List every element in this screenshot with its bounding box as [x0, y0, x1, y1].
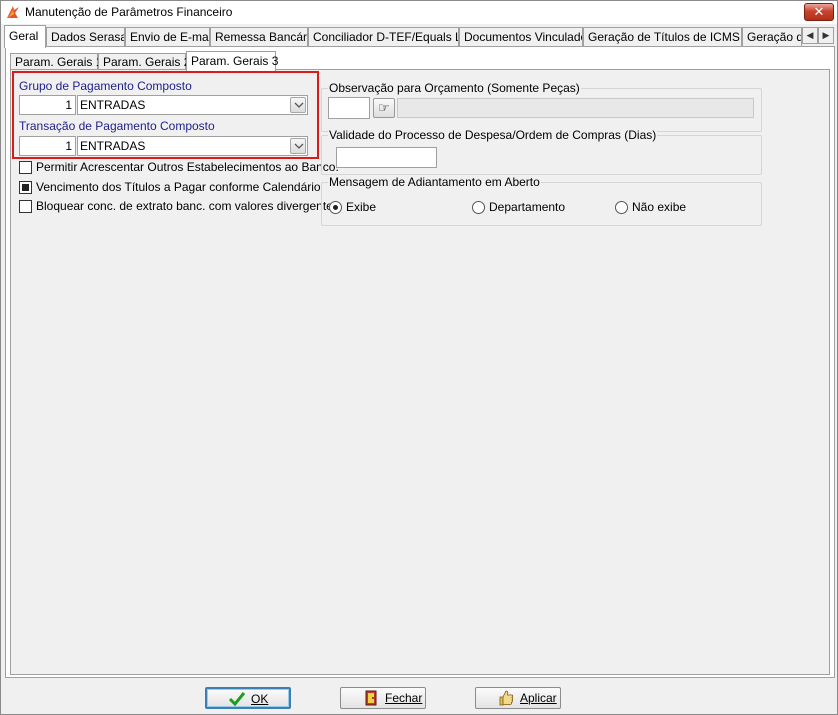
checkbox-label: Bloquear conc. de extrato banc. com valo…: [36, 199, 339, 213]
radio-label: Não exibe: [632, 200, 687, 214]
radio-departamento[interactable]: Departamento: [472, 200, 582, 216]
ok-button-label: OK: [251, 692, 269, 706]
checkbox-vencimento-calendario[interactable]: Vencimento dos Títulos a Pagar conforme …: [19, 180, 321, 196]
grupo-pagamento-label: Grupo de Pagamento Composto: [19, 79, 192, 93]
transacao-pagamento-select[interactable]: ENTRADAS: [77, 136, 308, 156]
validade-groupbox: Validade do Processo de Despesa/Ordem de…: [321, 128, 762, 175]
tab-conciliador[interactable]: Conciliador D-TEF/Equals Lite: [308, 27, 459, 47]
pointing-hand-icon: ☞: [378, 100, 390, 115]
checkbox-box[interactable]: [19, 181, 32, 194]
chevron-down-icon: [294, 143, 304, 149]
checkbox-label: Permitir Acrescentar Outros Estabelecime…: [36, 160, 339, 174]
grupo-pagamento-code-input[interactable]: 1: [19, 95, 76, 115]
door-exit-icon: [365, 690, 377, 706]
checkbox-box[interactable]: [19, 161, 32, 174]
observacao-description-field: [397, 98, 754, 118]
grupo-pagamento-select[interactable]: ENTRADAS: [77, 95, 308, 115]
mensagem-adiantamento-groupbox: Mensagem de Adiantamento em Aberto Exibe…: [321, 175, 762, 226]
checkmark-icon: [229, 692, 245, 707]
observacao-lookup-button[interactable]: ☞: [373, 98, 395, 118]
checkbox-box[interactable]: [19, 200, 32, 213]
window-title: Manutenção de Parâmetros Financeiro: [25, 5, 233, 19]
mensagem-adiantamento-label: Mensagem de Adiantamento em Aberto: [328, 175, 541, 189]
param-gerais-3-panel: Grupo de Pagamento Composto 1 ENTRADAS T…: [10, 69, 830, 675]
radio-exibe[interactable]: Exibe: [329, 200, 409, 216]
fechar-button[interactable]: Fechar: [340, 687, 426, 709]
checkbox-bloquear-conc-extrato[interactable]: Bloquear conc. de extrato banc. com valo…: [19, 199, 339, 215]
tab-geracao-titulos-icms[interactable]: Geração de Títulos de ICMS ST: [583, 27, 742, 47]
main-window: Manutenção de Parâmetros Financeiro ✕ Ge…: [0, 0, 838, 715]
observacao-code-input[interactable]: [328, 97, 370, 119]
bottom-button-bar: OK Fechar Aplicar: [1, 681, 837, 715]
aplicar-button[interactable]: Aplicar: [475, 687, 561, 709]
checkbox-permitir-estabelecimentos[interactable]: Permitir Acrescentar Outros Estabelecime…: [19, 160, 339, 176]
grupo-pagamento-value: ENTRADAS: [80, 98, 146, 112]
tab-scroll-left-icon[interactable]: ◀: [802, 27, 818, 44]
grupo-pagamento-dropdown-button[interactable]: [290, 97, 306, 113]
main-tab-strip: Geral Dados Serasa Envio de E-mail Remes…: [1, 25, 837, 48]
chevron-down-icon: [294, 102, 304, 108]
checkbox-label: Vencimento dos Títulos a Pagar conforme …: [36, 180, 321, 194]
fechar-button-label: Fechar: [385, 691, 423, 705]
tab-geracao-de[interactable]: Geração de: [742, 27, 802, 47]
radio-button[interactable]: [615, 201, 628, 214]
tab-scroll-right-icon[interactable]: ▶: [818, 27, 834, 44]
tab-remessa-bancaria[interactable]: Remessa Bancária: [210, 27, 308, 47]
aplicar-button-label: Aplicar: [520, 691, 557, 705]
tab-envio-email[interactable]: Envio de E-mail: [125, 27, 210, 47]
subtab-param-gerais-3[interactable]: Param. Gerais 3: [186, 51, 278, 72]
tab-geral[interactable]: Geral: [4, 25, 46, 48]
thumbs-up-icon: [499, 690, 514, 706]
transacao-pagamento-code-input[interactable]: 1: [19, 136, 76, 156]
radio-label: Departamento: [489, 200, 566, 214]
radio-label: Exibe: [346, 200, 377, 214]
tab-documentos-vinculados[interactable]: Documentos Vinculados: [459, 27, 583, 47]
transacao-pagamento-dropdown-button[interactable]: [290, 138, 306, 154]
transacao-pagamento-value: ENTRADAS: [80, 139, 146, 153]
radio-button[interactable]: [472, 201, 485, 214]
radio-button[interactable]: [329, 201, 342, 214]
transacao-pagamento-label: Transação de Pagamento Composto: [19, 119, 215, 133]
title-bar: Manutenção de Parâmetros Financeiro ✕: [1, 1, 837, 24]
validade-label: Validade do Processo de Despesa/Ordem de…: [328, 128, 658, 142]
ok-button[interactable]: OK: [205, 687, 291, 709]
tab-panel-geral: Param. Gerais 1 Param. Gerais 2 Param. G…: [5, 46, 835, 678]
validade-input[interactable]: [336, 147, 437, 168]
observacao-groupbox: Observação para Orçamento (Somente Peças…: [321, 81, 762, 132]
app-logo-icon: [7, 6, 19, 18]
sub-tab-strip: Param. Gerais 1 Param. Gerais 2 Param. G…: [10, 49, 430, 72]
close-button[interactable]: ✕: [804, 3, 834, 21]
radio-nao-exibe[interactable]: Não exibe: [615, 200, 705, 216]
observacao-label: Observação para Orçamento (Somente Peças…: [328, 81, 581, 95]
tab-dados-serasa[interactable]: Dados Serasa: [46, 27, 125, 47]
